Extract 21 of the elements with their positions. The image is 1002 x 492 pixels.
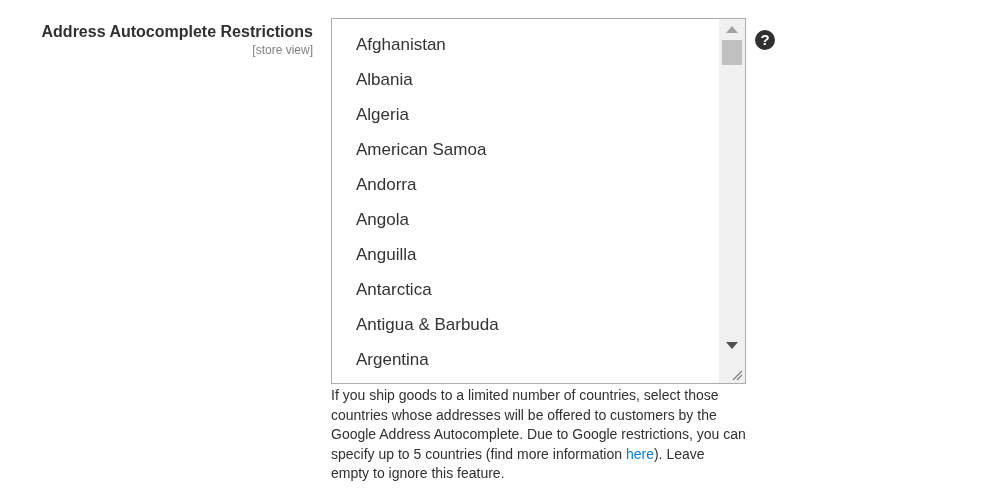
country-option[interactable]: Antigua & Barbuda: [332, 307, 719, 342]
help-icon[interactable]: ?: [755, 30, 775, 50]
scroll-up-icon[interactable]: [726, 26, 738, 33]
country-option[interactable]: Afghanistan: [332, 27, 719, 62]
scope-label: [store view]: [252, 42, 313, 58]
country-option[interactable]: Angola: [332, 202, 719, 237]
country-option[interactable]: Antarctica: [332, 272, 719, 307]
country-option[interactable]: American Samoa: [332, 132, 719, 167]
here-link[interactable]: here: [625, 445, 654, 462]
scroll-thumb[interactable]: [722, 40, 742, 65]
country-option[interactable]: Albania: [332, 62, 719, 97]
country-option[interactable]: Anguilla: [332, 237, 719, 272]
scroll-down-icon[interactable]: [726, 342, 738, 349]
resize-handle-icon[interactable]: [732, 370, 742, 380]
country-option[interactable]: Argentina: [332, 342, 719, 377]
field-label: Address Autocomplete Restrictions: [41, 22, 313, 42]
country-option[interactable]: Algeria: [332, 97, 719, 132]
scrollbar[interactable]: [719, 19, 745, 383]
field-note: If you ship goods to a limited number of countries, select those countries whose addresses will be offered to customers by the Google Address Autocomplete. Due to Google restrictions, you can specify up to 5 countries (find more information here). Leave empty to ignore this feature.: [331, 386, 746, 483]
country-option[interactable]: Andorra: [332, 167, 719, 202]
country-list[interactable]: Afghanistan Albania Algeria American Samoa Andorra Angola Anguilla Antarctica Antigua & Barbuda Argentina: [331, 18, 746, 384]
